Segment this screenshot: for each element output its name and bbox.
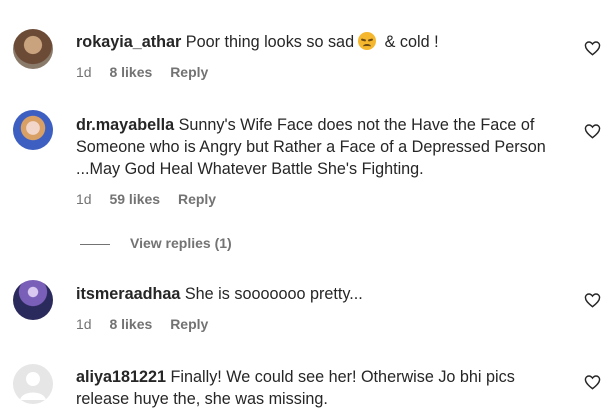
comment-username[interactable]: aliya181221 [76, 368, 166, 386]
comment-username[interactable]: dr.mayabella [76, 116, 174, 134]
view-replies-button[interactable]: View replies (1) [80, 234, 232, 252]
comment-username[interactable]: itsmeraadhaa [76, 285, 180, 303]
heart-outline-icon[interactable] [584, 123, 601, 139]
disappointed-face-emoji [358, 32, 377, 50]
avatar[interactable] [13, 110, 53, 150]
comment-text: She is sooooooo pretty... [184, 285, 363, 303]
view-replies-label: View replies (1) [130, 235, 232, 251]
comment-time[interactable]: 1d [76, 64, 92, 80]
heart-outline-icon[interactable] [584, 292, 601, 308]
avatar[interactable] [13, 29, 53, 69]
reply-button[interactable]: Reply [170, 64, 208, 80]
default-avatar-silhouette [20, 372, 46, 400]
comment-time[interactable]: 1d [76, 191, 92, 207]
comment-likes[interactable]: 8 likes [109, 316, 152, 332]
avatar[interactable] [13, 280, 53, 320]
replies-divider [80, 243, 110, 245]
heart-outline-icon[interactable] [584, 40, 601, 56]
comment-username[interactable]: rokayia_athar [76, 33, 181, 51]
comment-likes[interactable]: 59 likes [109, 191, 160, 207]
reply-button[interactable]: Reply [170, 316, 208, 332]
comment-text-after: & cold ! [380, 33, 439, 51]
heart-outline-icon[interactable] [584, 374, 601, 390]
comment-time[interactable]: 1d [76, 316, 92, 332]
default-avatar-icon[interactable] [13, 364, 53, 404]
reply-button[interactable]: Reply [178, 191, 216, 207]
comment-text: Poor thing looks so sad [185, 33, 355, 51]
comment-likes[interactable]: 8 likes [109, 64, 152, 80]
